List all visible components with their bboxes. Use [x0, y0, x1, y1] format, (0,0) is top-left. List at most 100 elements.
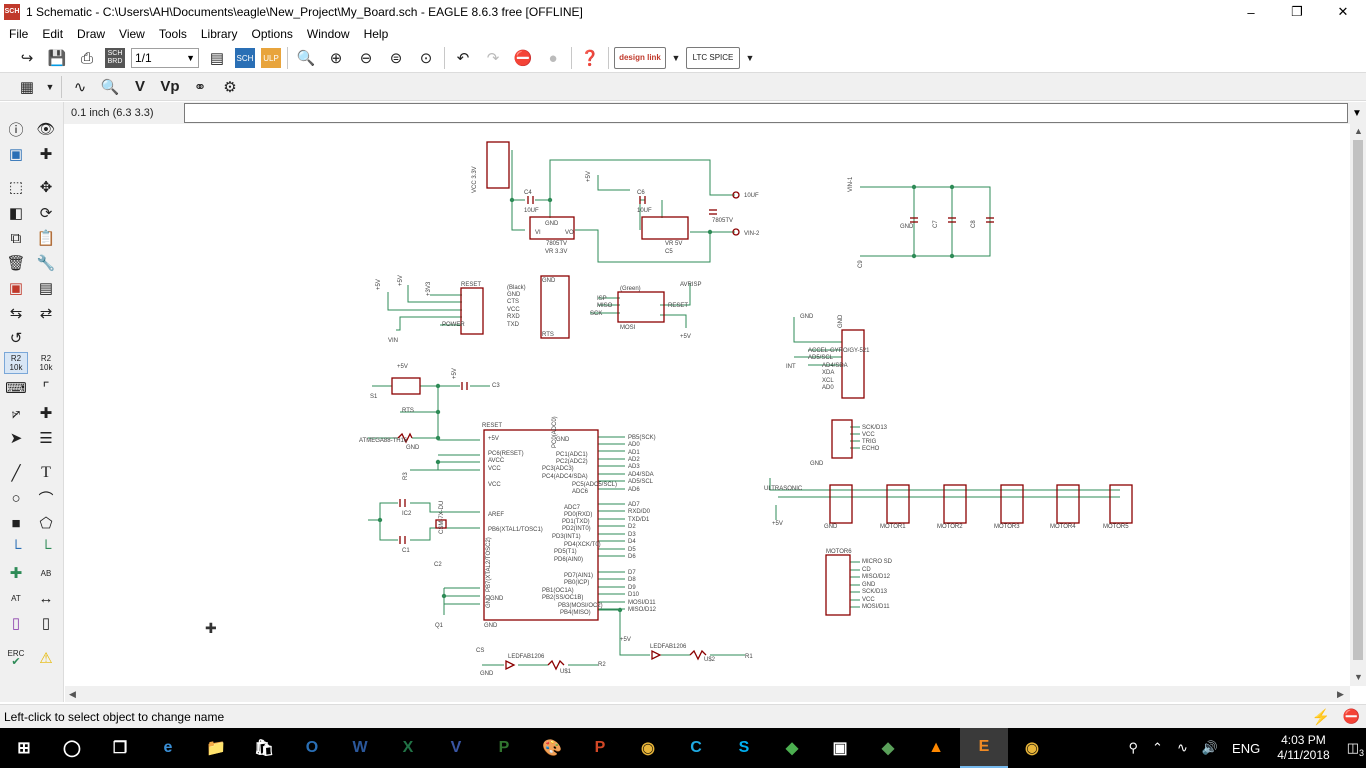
menu-file[interactable]: File: [2, 24, 35, 44]
store-icon[interactable]: 🛍: [240, 728, 288, 768]
zoom-in-icon[interactable]: ⊕: [324, 46, 348, 70]
help-icon[interactable]: ❓: [578, 46, 602, 70]
text-icon[interactable]: T: [34, 462, 58, 484]
task-view-icon[interactable]: ❐: [96, 728, 144, 768]
smash-icon[interactable]: ➤: [4, 427, 28, 449]
schematic-drawing[interactable]: VCC 3.3V C4 10UF GND VI VO 7805TV VR 3.3V +5V C6 1…: [65, 124, 1350, 686]
circle-icon[interactable]: ○: [4, 487, 28, 509]
vertical-scrollbar[interactable]: ▲ ▼: [1350, 124, 1366, 686]
undo-icon[interactable]: ↶: [451, 46, 475, 70]
vlc-icon[interactable]: ▲: [912, 728, 960, 768]
name-tool-button[interactable]: R2 10k: [4, 352, 28, 374]
add-part-icon[interactable]: ▣: [4, 277, 28, 299]
polygon-icon[interactable]: ⬠: [34, 512, 58, 534]
junction-icon[interactable]: ✚: [34, 402, 58, 424]
mirror-icon[interactable]: ◧: [4, 202, 28, 224]
menu-view[interactable]: View: [112, 24, 152, 44]
ltc-spice-button[interactable]: LTC SPICE: [686, 47, 740, 69]
chevron-up-icon[interactable]: ⌃: [1145, 740, 1170, 756]
save-icon[interactable]: 💾: [45, 46, 69, 70]
paint-icon[interactable]: 🎨: [528, 728, 576, 768]
line-icon[interactable]: ╱: [4, 462, 28, 484]
slice-icon[interactable]: ☰: [34, 427, 58, 449]
menu-window[interactable]: Window: [300, 24, 357, 44]
file-explorer-icon[interactable]: 📁: [192, 728, 240, 768]
layers-icon[interactable]: ▣: [4, 143, 28, 165]
go-icon[interactable]: ●: [541, 46, 565, 70]
minimize-button[interactable]: –: [1228, 0, 1274, 24]
copy-icon[interactable]: ⧉: [4, 227, 28, 249]
menu-draw[interactable]: Draw: [70, 24, 112, 44]
zoom-redraw-icon[interactable]: ⊜: [384, 46, 408, 70]
frame-app-icon[interactable]: ▣: [816, 728, 864, 768]
restore-button[interactable]: ❐: [1274, 0, 1320, 24]
scroll-right-icon[interactable]: ▶: [1337, 689, 1344, 700]
rotate-icon[interactable]: ⟳: [34, 202, 58, 224]
redo-icon[interactable]: ↷: [481, 46, 505, 70]
group-select-icon[interactable]: ⬚: [4, 176, 28, 198]
chrome-icon[interactable]: ◉: [624, 728, 672, 768]
sheet-select[interactable]: 1/1 ▼: [131, 48, 199, 68]
chevron-down-icon[interactable]: ▼: [1348, 103, 1366, 123]
horizontal-scrollbar[interactable]: ◀ ▶: [65, 686, 1350, 702]
open-icon[interactable]: ↪: [15, 46, 39, 70]
lightning-icon[interactable]: ⚡: [1306, 708, 1337, 726]
net-wave-icon[interactable]: ∿: [68, 75, 92, 99]
erc-check-button[interactable]: ERC ✔: [4, 647, 28, 669]
show-eye-icon[interactable]: 👁: [34, 118, 58, 140]
pinswap-icon[interactable]: ⇆: [4, 302, 28, 324]
visio-icon[interactable]: V: [432, 728, 480, 768]
bus-icon[interactable]: └: [34, 537, 58, 559]
excel-icon[interactable]: X: [384, 728, 432, 768]
net-icon[interactable]: └: [4, 537, 28, 559]
warning-icon[interactable]: ⚠: [34, 647, 58, 669]
chevron-down-icon[interactable]: ▼: [745, 46, 755, 70]
info-icon[interactable]: ⓘ: [4, 118, 28, 140]
clock[interactable]: 4:03 PM 4/11/2018: [1267, 733, 1340, 763]
notification-center-icon[interactable]: ◫ 3: [1340, 740, 1366, 758]
zoom-fit-icon[interactable]: 🔍: [294, 46, 318, 70]
scroll-down-icon[interactable]: ▼: [1354, 672, 1363, 682]
gateswap-icon[interactable]: ⇄: [34, 302, 58, 324]
volume-icon[interactable]: 🔊: [1195, 740, 1225, 756]
rectangle-icon[interactable]: ■: [4, 512, 28, 534]
outlook-icon[interactable]: O: [288, 728, 336, 768]
split-icon[interactable]: ⌨: [4, 377, 28, 399]
junction-dot-icon[interactable]: ✚: [4, 562, 28, 584]
maps-icon[interactable]: ◆: [768, 728, 816, 768]
mark-icon[interactable]: ✚: [34, 143, 58, 165]
value-tool-button[interactable]: R2 10k: [34, 352, 58, 374]
vertical-scroll-thumb[interactable]: [1353, 140, 1363, 660]
zoom-select-icon[interactable]: ⊙: [414, 46, 438, 70]
zoom-out-icon[interactable]: ⊖: [354, 46, 378, 70]
move-icon[interactable]: ✥: [34, 176, 58, 198]
scroll-left-icon[interactable]: ◀: [69, 689, 76, 700]
frame-icon[interactable]: ▯: [4, 612, 28, 634]
arc-icon[interactable]: ⌒: [34, 487, 58, 509]
print-icon[interactable]: ⎙: [75, 46, 99, 70]
wrench-icon[interactable]: 🔧: [34, 252, 58, 274]
design-link-button[interactable]: design link: [614, 47, 666, 69]
people-icon[interactable]: ⚲: [1122, 740, 1146, 756]
language-indicator[interactable]: ENG: [1225, 741, 1267, 756]
powerpoint-icon[interactable]: P: [576, 728, 624, 768]
cisco-webex-icon[interactable]: C: [672, 728, 720, 768]
settings-icon[interactable]: ⚙: [218, 75, 242, 99]
schematic-canvas[interactable]: VCC 3.3V C4 10UF GND VI VO 7805TV VR 3.3V +5V C6 1…: [65, 124, 1350, 686]
invoke-icon[interactable]: ↺: [4, 327, 28, 349]
close-button[interactable]: ✕: [1320, 0, 1366, 24]
project-icon[interactable]: P: [480, 728, 528, 768]
module-icon[interactable]: ▯: [34, 612, 58, 634]
value-icon[interactable]: V: [128, 75, 152, 99]
value-parameter-icon[interactable]: Vp: [158, 75, 182, 99]
library-books-icon[interactable]: ▤: [205, 46, 229, 70]
sch-brd-switch-button[interactable]: SCH BRD: [105, 48, 125, 68]
skype-icon[interactable]: S: [720, 728, 768, 768]
miter-icon[interactable]: ⌜: [34, 377, 58, 399]
chrome-icon[interactable]: ◉: [1008, 728, 1056, 768]
stop-status-icon[interactable]: ⛔: [1337, 708, 1366, 725]
replace-icon[interactable]: ▤: [34, 277, 58, 299]
menu-tools[interactable]: Tools: [152, 24, 194, 44]
command-line-input[interactable]: [184, 103, 1348, 123]
sch-cam-icon[interactable]: SCH: [235, 48, 255, 68]
